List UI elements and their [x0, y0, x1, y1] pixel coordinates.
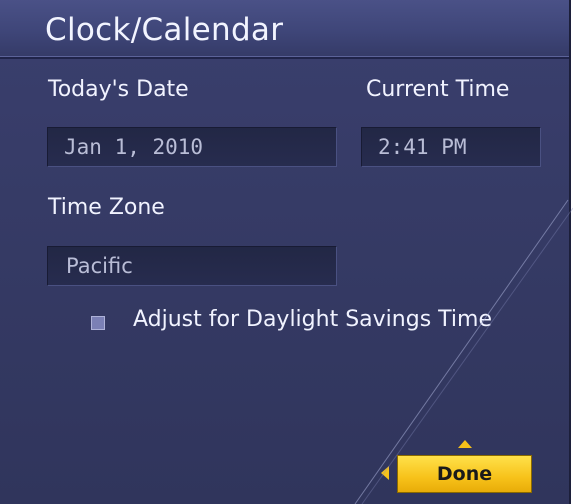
current-time-label: Current Time: [366, 77, 510, 102]
clock-calendar-panel: Clock/Calendar Today's Date Current Time…: [0, 0, 571, 504]
dst-checkbox-label: Adjust for Daylight Savings Time: [133, 307, 492, 332]
left-arrow-icon: [381, 466, 389, 480]
time-zone-field[interactable]: Pacific: [47, 246, 337, 286]
title-bar: Clock/Calendar: [0, 0, 569, 59]
dst-checkbox[interactable]: [91, 316, 105, 330]
date-field[interactable]: Jan 1, 2010: [47, 127, 337, 167]
done-button[interactable]: Done: [397, 455, 532, 493]
time-zone-label: Time Zone: [48, 195, 165, 220]
time-field[interactable]: 2:41 PM: [361, 127, 541, 167]
todays-date-label: Today's Date: [48, 77, 189, 102]
page-title: Clock/Calendar: [45, 12, 284, 48]
up-arrow-icon: [458, 440, 472, 448]
